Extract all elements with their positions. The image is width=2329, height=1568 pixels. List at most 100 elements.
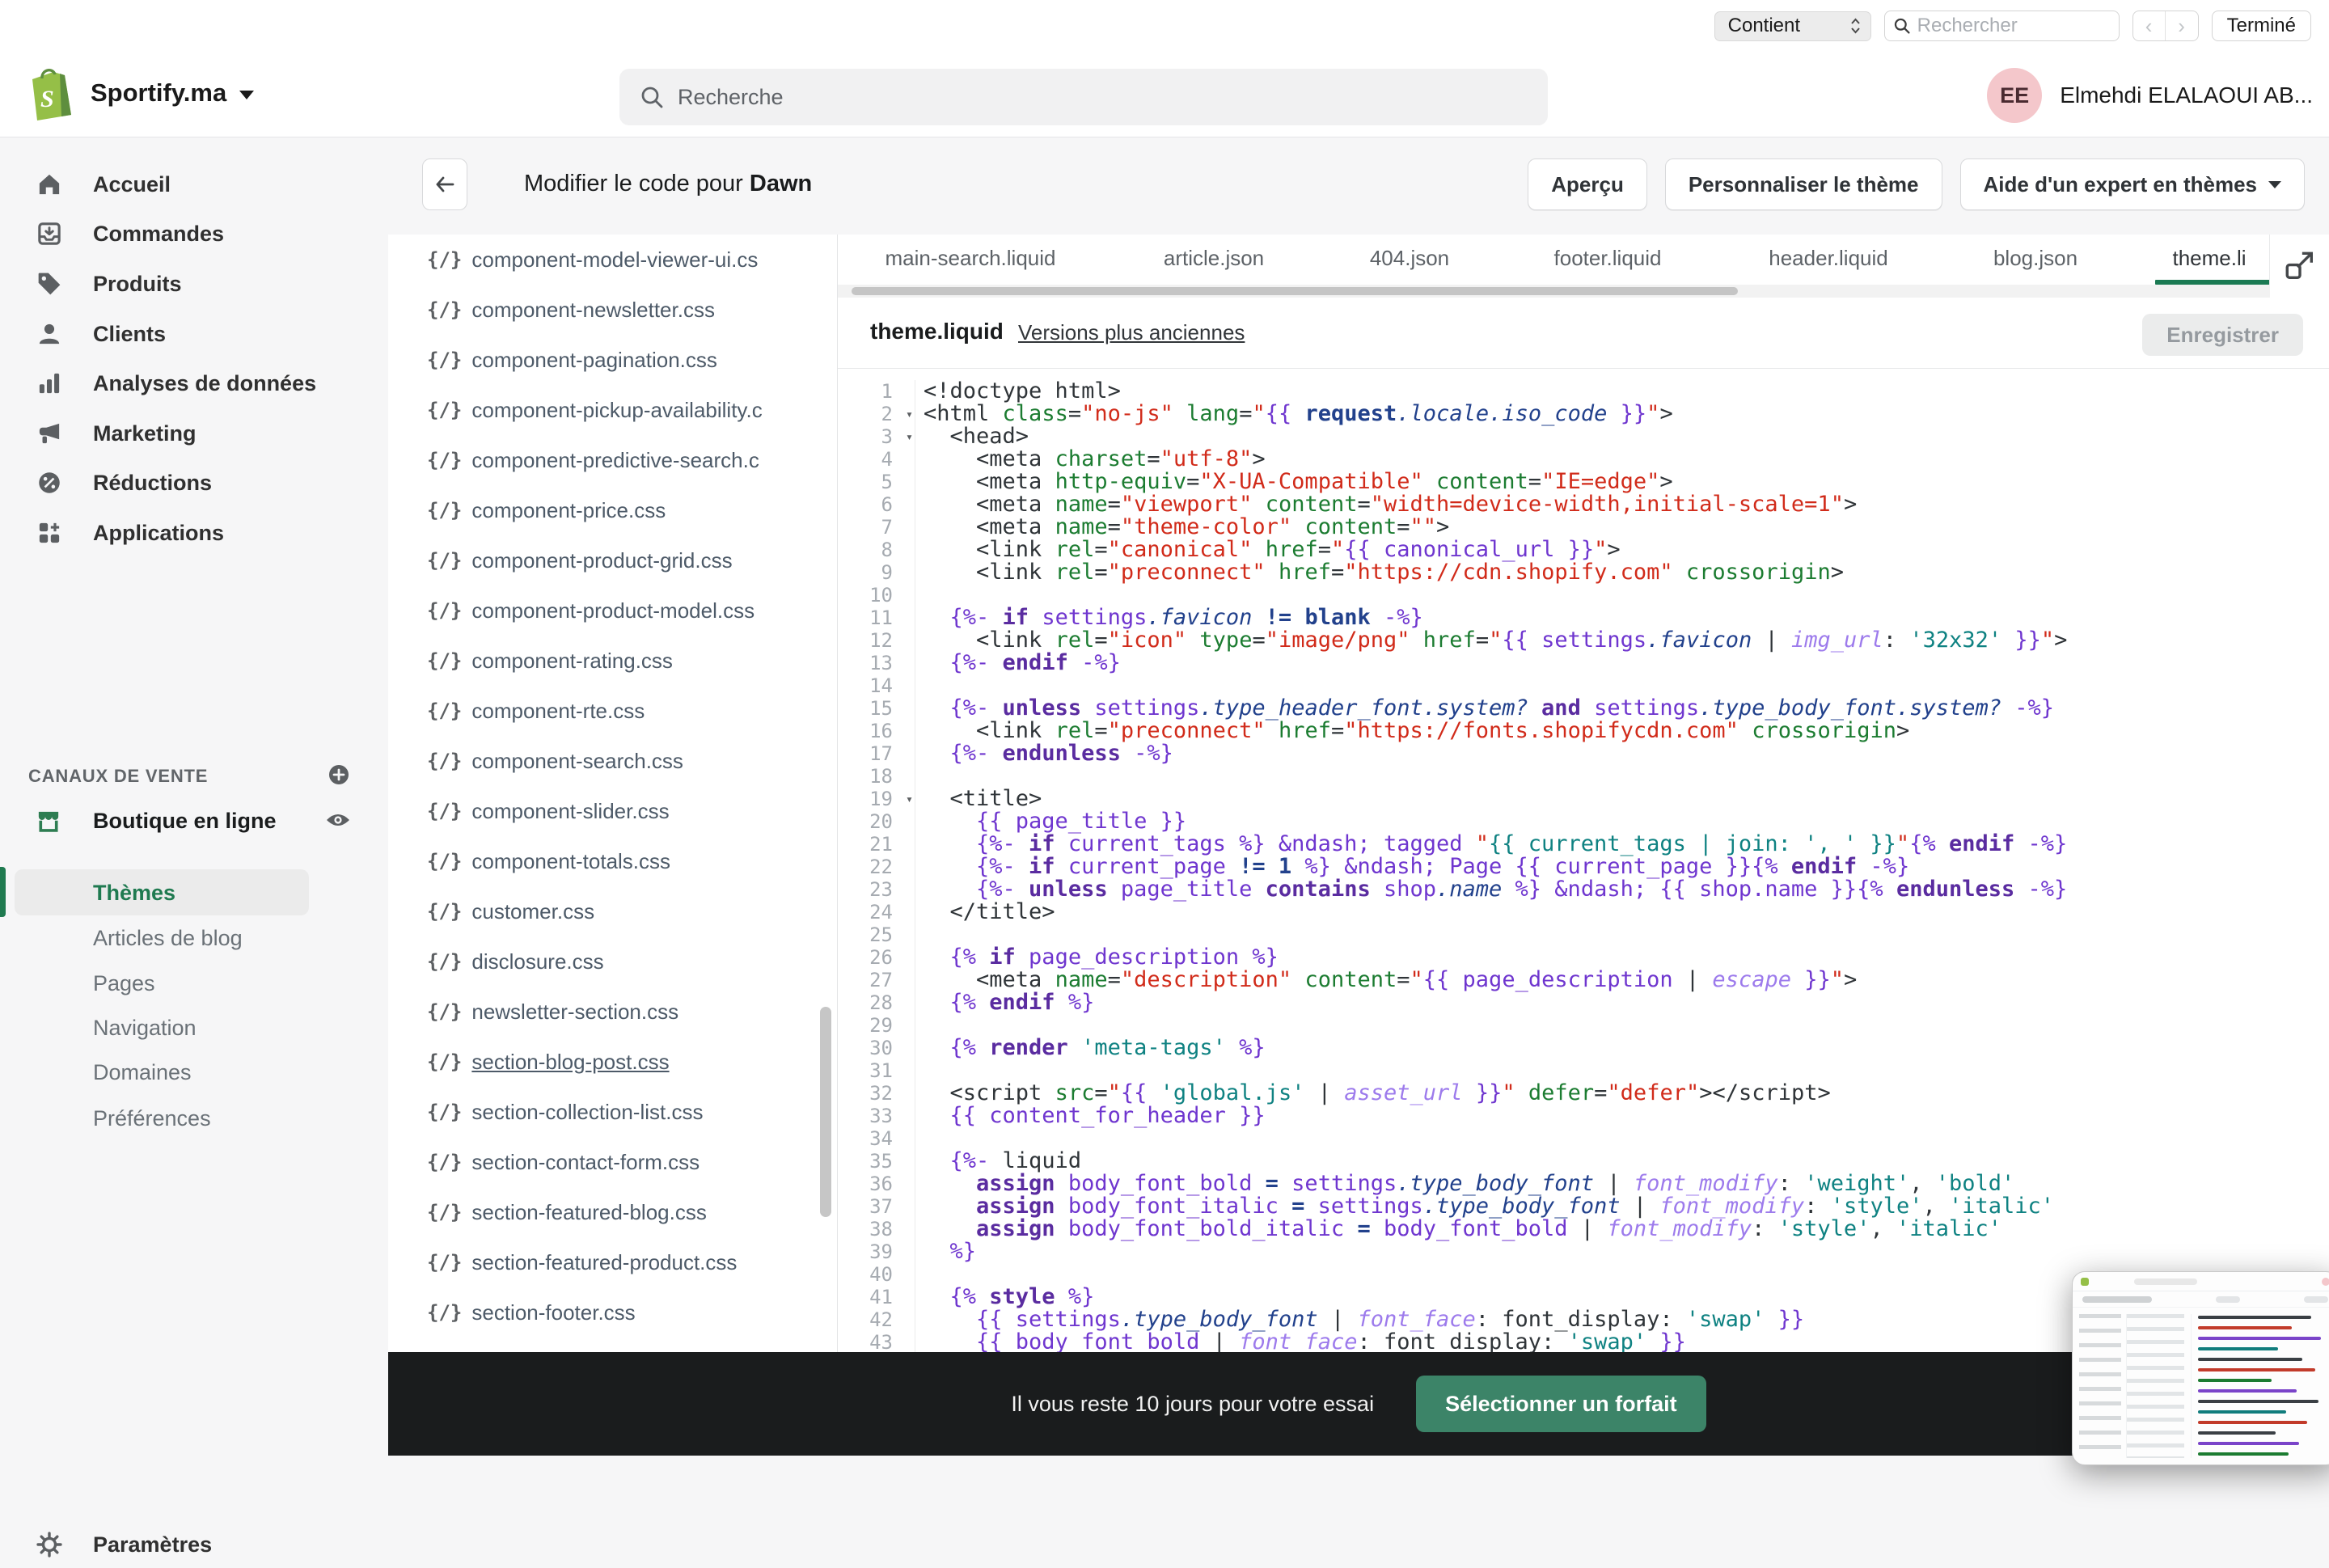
file-item[interactable]: {/} component-rating.css (388, 636, 837, 686)
code-line[interactable]: 23 {%- unless page_title contains shop.n… (838, 878, 2329, 901)
code-line[interactable]: 15 {%- unless settings.type_header_font.… (838, 697, 2329, 720)
sidebar-item-commandes[interactable]: Commandes (0, 209, 388, 258)
code-line[interactable]: 28 {% endif %} (838, 991, 2329, 1014)
code-line[interactable]: 21 {%- if current_tags %} &ndash; tagged… (838, 833, 2329, 856)
file-item[interactable]: {/} component-rte.css (388, 686, 837, 736)
code-line[interactable]: 38 assign body_font_bold_italic = body_f… (838, 1218, 2329, 1240)
code-line[interactable]: 24 </title> (838, 901, 2329, 923)
code-line[interactable]: 17 {%- endunless -%} (838, 742, 2329, 765)
sidebar-item-boutique-en-ligne[interactable]: Boutique en ligne (93, 807, 287, 835)
file-item[interactable]: {/} section-collection-list.css (388, 1087, 837, 1137)
eye-icon[interactable] (325, 809, 351, 830)
add-channel-button[interactable] (327, 763, 351, 787)
file-item[interactable]: {/} component-model-viewer-ui.cs (388, 235, 837, 285)
sidebar-item-accueil[interactable]: Accueil (0, 160, 388, 209)
code-line[interactable]: 33 {{ content_for_header }} (838, 1105, 2329, 1127)
sidebar-item-reductions[interactable]: Réductions (0, 459, 388, 507)
older-versions-link[interactable]: Versions plus anciennes (1018, 320, 1245, 345)
code-line[interactable]: 32 <script src="{{ 'global.js' | asset_u… (838, 1082, 2329, 1105)
code-line[interactable]: 8 <link rel="canonical" href="{{ canonic… (838, 539, 2329, 561)
file-item[interactable]: {/} section-blog-post.css (388, 1037, 837, 1087)
tab-theme.li[interactable]: theme.li (2172, 246, 2246, 271)
file-item[interactable]: {/} component-price.css (388, 485, 837, 535)
sidebar-item-articles-de-blog[interactable]: Articles de blog (93, 922, 243, 954)
code-line[interactable]: 9 <link rel="preconnect" href="https://c… (838, 561, 2329, 584)
file-item[interactable]: {/} component-pickup-availability.c (388, 385, 837, 435)
tab-header.liquid[interactable]: header.liquid (1769, 246, 1887, 271)
fold-toggle-icon[interactable]: ▾ (906, 425, 913, 448)
sidebar-item-applications[interactable]: Applications (0, 509, 388, 557)
code-line[interactable]: 10 (838, 584, 2329, 606)
code-line[interactable]: 20 {{ page_title }} (838, 810, 2329, 833)
sidebar-item-themes-label[interactable]: Thèmes (93, 877, 175, 909)
sidebar-item-domaines[interactable]: Domaines (93, 1056, 192, 1088)
code-line[interactable]: 1 <!doctype html> (838, 380, 2329, 403)
file-item[interactable]: {/} section-featured-product.css (388, 1237, 837, 1287)
sidebar-item-preferences[interactable]: Préférences (93, 1102, 211, 1135)
file-item[interactable]: {/} component-newsletter.css (388, 285, 837, 335)
sidebar-item-produits[interactable]: Produits (0, 260, 388, 308)
theme-expert-help-button[interactable]: Aide d'un expert en thèmes (1959, 158, 2305, 210)
code-line[interactable]: 31 (838, 1059, 2329, 1082)
file-item[interactable]: {/} component-predictive-search.c (388, 435, 837, 485)
sidebar-item-pages[interactable]: Pages (93, 967, 155, 1000)
tab-main-search.liquid[interactable]: main-search.liquid (886, 246, 1056, 271)
select-plan-button[interactable]: Sélectionner un forfait (1416, 1376, 1706, 1432)
tab-404.json[interactable]: 404.json (1370, 246, 1449, 271)
shopify-logo-icon[interactable]: S (24, 65, 76, 123)
sidebar-item-analyses[interactable]: Analyses de données (0, 359, 388, 408)
admin-search-input[interactable] (678, 84, 1405, 110)
code-line[interactable]: 3 ▾ <head> (838, 425, 2329, 448)
code-line[interactable]: 6 <meta name="viewport" content="width=d… (838, 493, 2329, 516)
code-line[interactable]: 37 assign body_font_italic = settings.ty… (838, 1195, 2329, 1218)
code-line[interactable]: 2 ▾ <html class="no-js" lang="{{ request.l… (838, 403, 2329, 425)
code-line[interactable]: 30 {% render 'meta-tags' %} (838, 1037, 2329, 1059)
file-item[interactable]: {/} component-product-model.css (388, 585, 837, 636)
back-button[interactable] (422, 158, 467, 210)
code-line[interactable]: 14 (838, 674, 2329, 697)
scrollbar-thumb[interactable] (852, 287, 1738, 295)
file-list-scrollbar[interactable] (820, 1007, 831, 1217)
file-item[interactable]: {/} section-footer.css (388, 1287, 837, 1338)
admin-search-bar[interactable] (619, 69, 1548, 125)
tabs-horizontal-scrollbar[interactable] (838, 285, 2270, 298)
find-search-input[interactable] (1917, 15, 2095, 37)
file-item[interactable]: {/} customer.css (388, 886, 837, 936)
fold-toggle-icon[interactable]: ▾ (906, 788, 913, 810)
find-previous-button[interactable]: ‹ (2133, 11, 2166, 40)
user-menu[interactable]: EE Elmehdi ELALAOUI AB... (1987, 68, 2313, 123)
tab-blog.json[interactable]: blog.json (1993, 246, 2078, 271)
code-line[interactable]: 5 <meta http-equiv="X-UA-Compatible" con… (838, 471, 2329, 493)
tab-footer.liquid[interactable]: footer.liquid (1554, 246, 1662, 271)
code-line[interactable]: 7 <meta name="theme-color" content=""> (838, 516, 2329, 539)
code-line[interactable]: 39 %} (838, 1240, 2329, 1263)
code-line[interactable]: 27 <meta name="description" content="{{ … (838, 969, 2329, 991)
fold-toggle-icon[interactable]: ▾ (906, 403, 913, 425)
sidebar-item-navigation[interactable]: Navigation (93, 1012, 197, 1044)
code-line[interactable]: 29 (838, 1014, 2329, 1037)
code-line[interactable]: 25 (838, 923, 2329, 946)
code-line[interactable]: 16 <link rel="preconnect" href="https://… (838, 720, 2329, 742)
file-item[interactable]: {/} newsletter-section.css (388, 987, 837, 1037)
find-search-field[interactable] (1883, 11, 2120, 41)
file-item[interactable]: {/} disclosure.css (388, 936, 837, 987)
code-line[interactable]: 18 (838, 765, 2329, 788)
code-line[interactable]: 35 {%- liquid (838, 1150, 2329, 1173)
store-switcher[interactable]: Sportify.ma (91, 78, 255, 108)
expand-editor-button[interactable] (2269, 235, 2329, 298)
sidebar-item-parametres[interactable]: Paramètres (0, 1523, 388, 1568)
code-line[interactable]: 11 {%- if settings.favicon != blank -%} (838, 606, 2329, 629)
find-next-button[interactable]: › (2166, 11, 2198, 40)
file-item[interactable]: {/} section-featured-blog.css (388, 1187, 837, 1237)
save-button[interactable]: Enregistrer (2142, 314, 2303, 356)
sidebar-item-marketing[interactable]: Marketing (0, 409, 388, 458)
customize-theme-button[interactable]: Personnaliser le thème (1664, 158, 1942, 210)
file-item[interactable]: {/} section-contact-form.css (388, 1137, 837, 1187)
preview-button[interactable]: Aperçu (1528, 158, 1647, 210)
file-item[interactable]: {/} component-product-grid.css (388, 535, 837, 585)
find-done-button[interactable]: Terminé (2211, 11, 2311, 41)
code-line[interactable]: 13 {%- endif -%} (838, 652, 2329, 674)
file-item[interactable]: {/} component-slider.css (388, 786, 837, 836)
file-item[interactable]: {/} component-pagination.css (388, 335, 837, 385)
tab-article.json[interactable]: article.json (1164, 246, 1264, 271)
